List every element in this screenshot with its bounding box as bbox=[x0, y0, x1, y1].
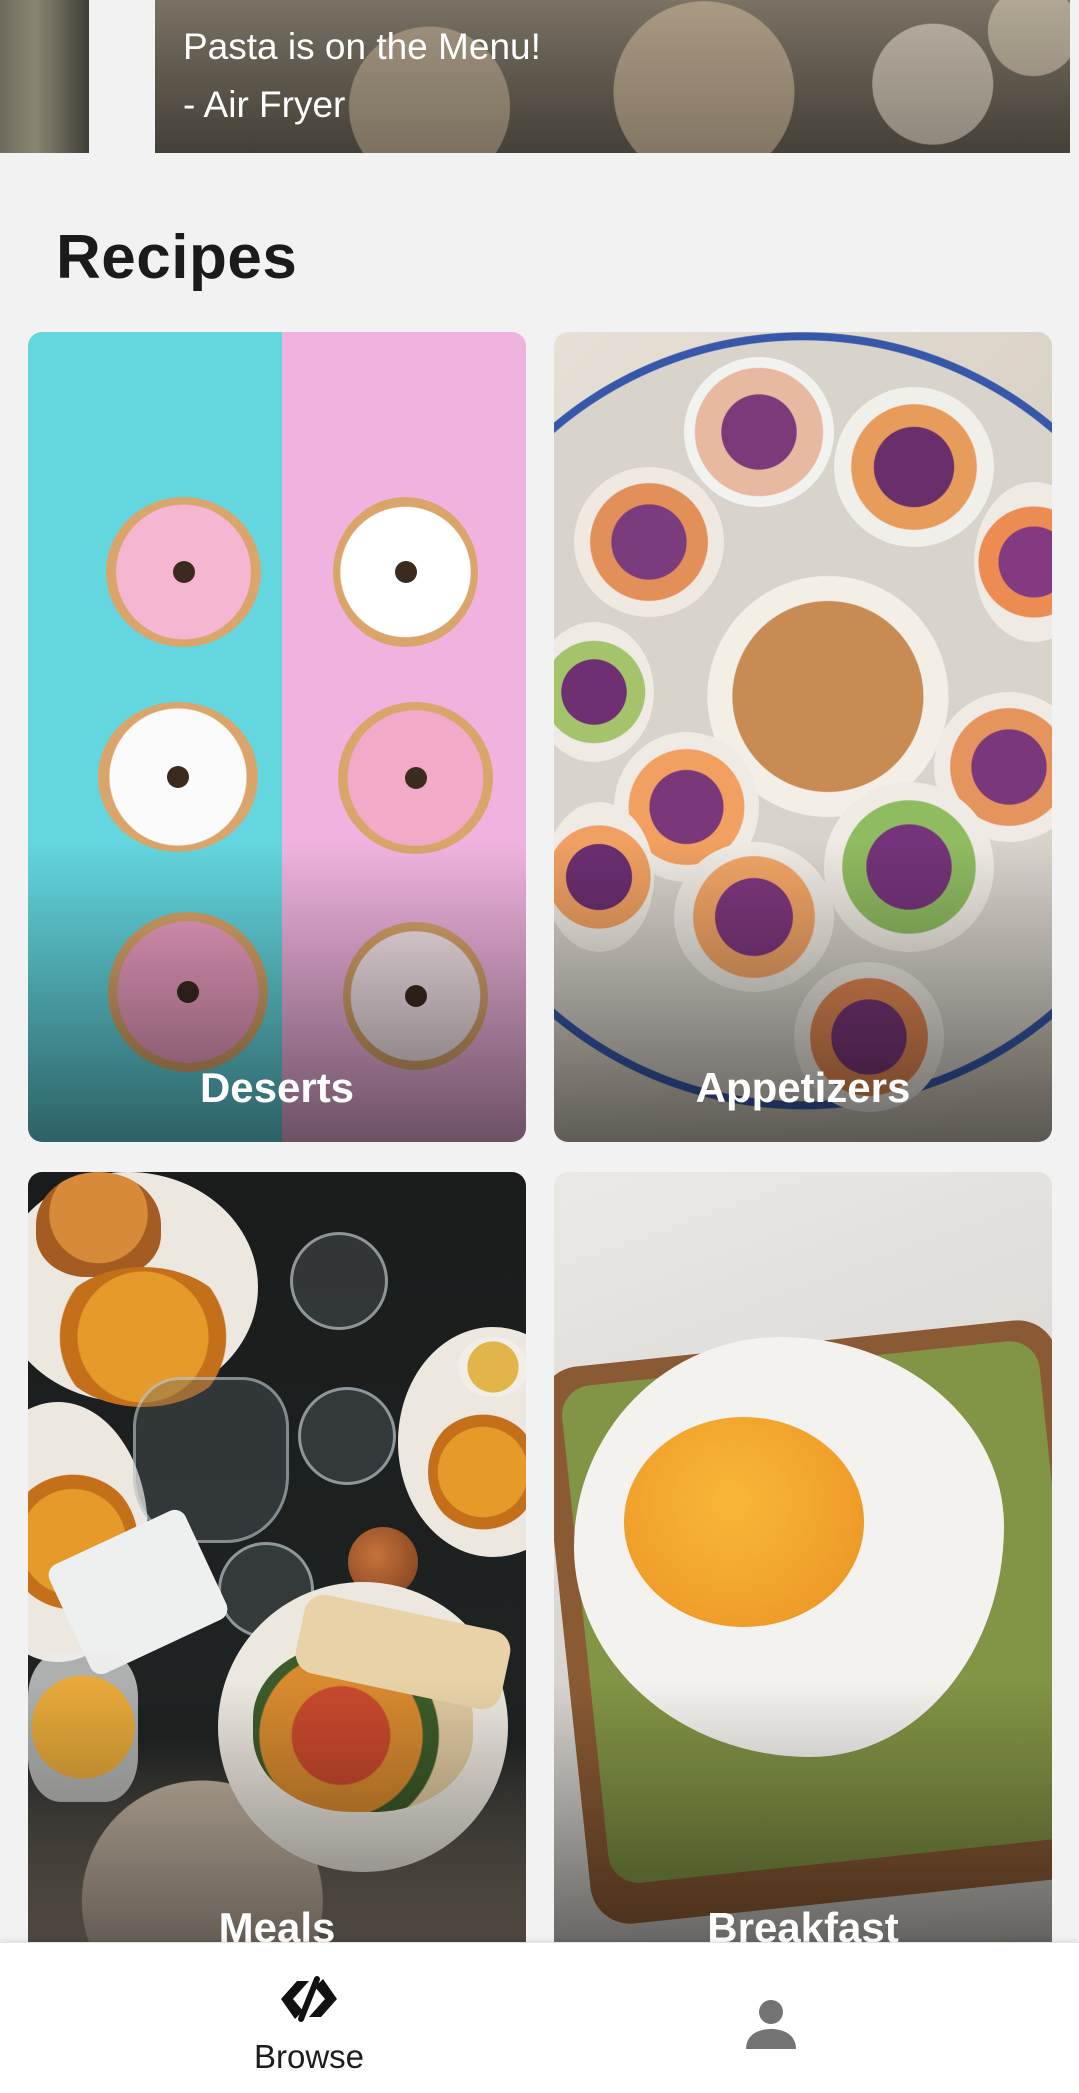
carousel-caption-title: Pasta is on the Menu! bbox=[183, 26, 541, 67]
sauce-cup-image bbox=[458, 1337, 526, 1397]
carousel-caption-subtitle: - Air Fryer bbox=[183, 84, 346, 125]
bottom-navigation: Browse bbox=[0, 1942, 1079, 2093]
category-card-deserts[interactable]: Deserts bbox=[28, 332, 526, 1142]
spring-roll-image bbox=[554, 622, 654, 762]
category-card-appetizers[interactable]: Appetizers bbox=[554, 332, 1052, 1142]
burger-image bbox=[36, 1172, 161, 1277]
spring-roll-image bbox=[574, 467, 724, 617]
egg-yolk-image bbox=[624, 1417, 864, 1627]
carousel-prev-item[interactable] bbox=[0, 0, 89, 153]
nav-browse[interactable]: Browse bbox=[209, 1943, 409, 2093]
spring-roll-image bbox=[974, 482, 1052, 642]
section-title: Recipes bbox=[56, 223, 298, 292]
browse-logo-icon bbox=[281, 1976, 337, 2022]
category-label: Appetizers bbox=[695, 1064, 911, 1111]
donut-image bbox=[98, 702, 258, 852]
donut-image bbox=[338, 702, 493, 854]
category-card-meals[interactable]: Meals bbox=[28, 1172, 526, 1982]
spring-roll-image bbox=[684, 357, 834, 507]
carousel-caption: Pasta is on the Menu! - Air Fryer bbox=[183, 18, 541, 134]
donut-image bbox=[106, 497, 261, 647]
donut-image bbox=[333, 497, 478, 647]
glass-image bbox=[290, 1232, 388, 1330]
category-label: Deserts bbox=[199, 1064, 355, 1111]
nav-profile[interactable] bbox=[671, 1943, 871, 2093]
featured-carousel[interactable]: Pasta is on the Menu! - Air Fryer bbox=[0, 0, 1079, 153]
carousel-current-item[interactable]: Pasta is on the Menu! - Air Fryer bbox=[155, 0, 1070, 153]
glass-image bbox=[298, 1387, 396, 1485]
nav-browse-label: Browse bbox=[253, 2038, 365, 2075]
spring-roll-image bbox=[834, 387, 994, 547]
category-card-breakfast[interactable]: Breakfast bbox=[554, 1172, 1052, 1982]
person-icon bbox=[746, 2000, 796, 2049]
